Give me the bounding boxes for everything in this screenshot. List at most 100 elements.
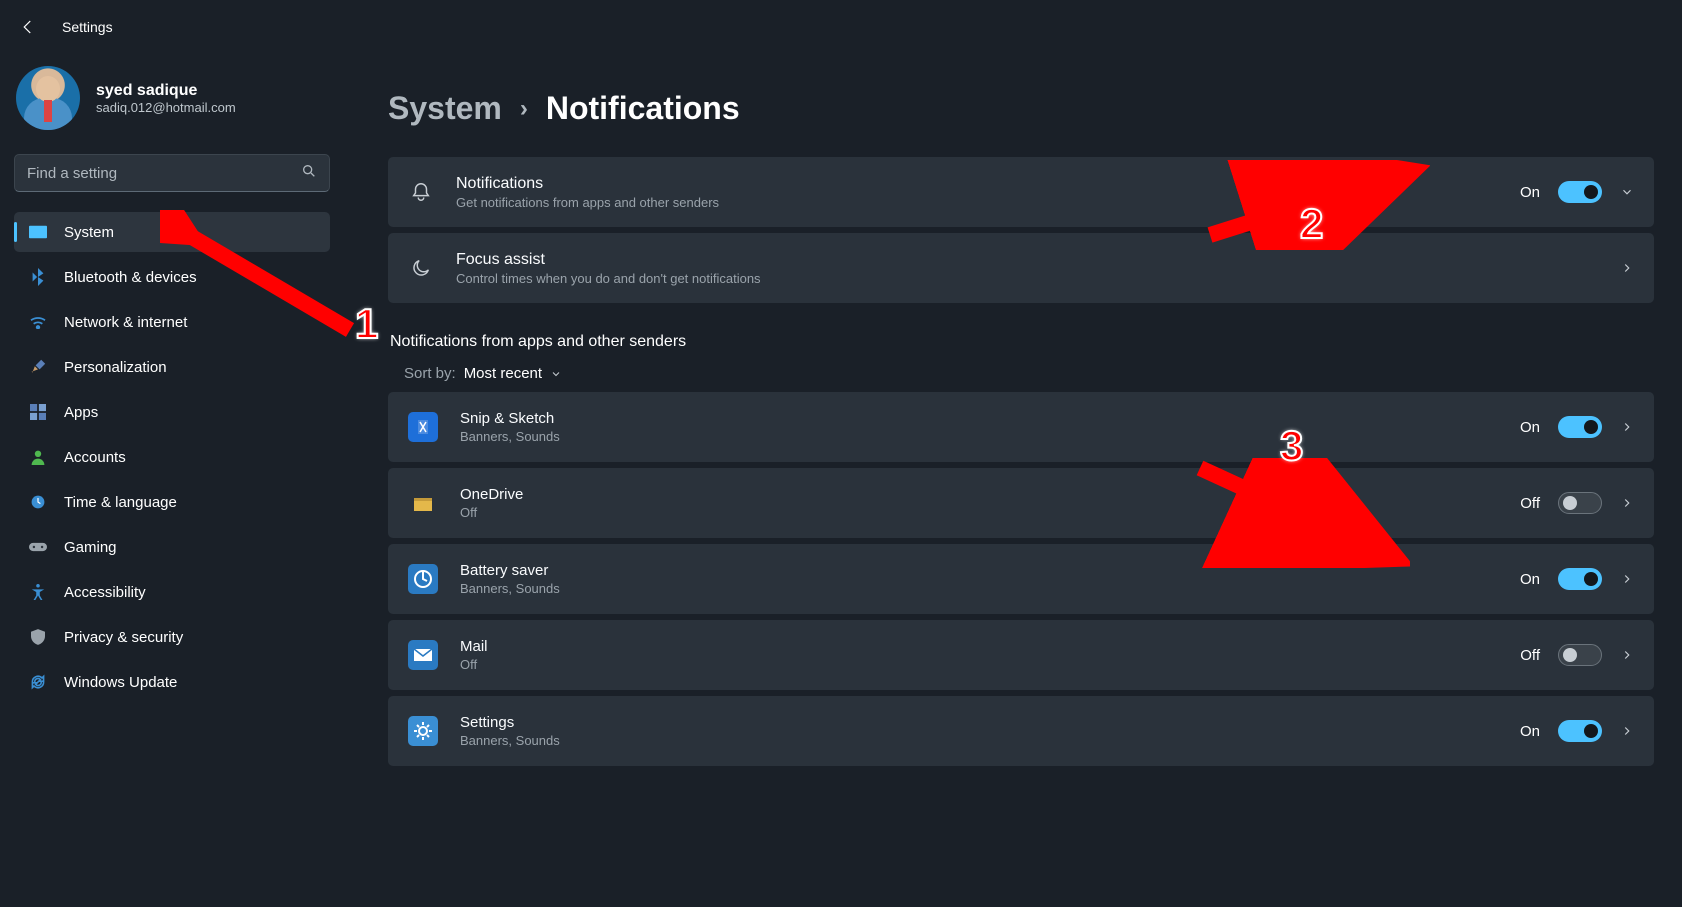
sidebar-item-label: Accounts xyxy=(64,449,126,466)
card-title: Notifications xyxy=(456,175,1498,193)
sidebar-item-update[interactable]: Windows Update xyxy=(14,662,330,702)
chevron-right-icon[interactable] xyxy=(1620,261,1634,275)
sidebar-item-label: Apps xyxy=(64,404,98,421)
chevron-down-icon xyxy=(550,368,562,380)
sidebar-item-label: System xyxy=(64,224,114,241)
app-row[interactable]: Snip & Sketch Banners, Sounds On xyxy=(388,392,1654,462)
notifications-toggle[interactable] xyxy=(1558,181,1602,203)
sidebar-item-label: Gaming xyxy=(64,539,117,556)
app-subtitle: Off xyxy=(460,505,1498,520)
wifi-icon xyxy=(28,312,48,332)
moon-icon xyxy=(408,255,434,281)
sidebar-item-label: Bluetooth & devices xyxy=(64,269,197,286)
sidebar-item-label: Network & internet xyxy=(64,314,187,331)
app-subtitle: Banners, Sounds xyxy=(460,733,1498,748)
profile-email: sadiq.012@hotmail.com xyxy=(96,100,236,115)
app-row[interactable]: OneDrive Off Off xyxy=(388,468,1654,538)
app-title: Battery saver xyxy=(460,562,1498,579)
toggle-state-label: On xyxy=(1520,419,1540,436)
chevron-down-icon[interactable] xyxy=(1620,185,1634,199)
toggle-state-label: On xyxy=(1520,184,1540,201)
section-header: Notifications from apps and other sender… xyxy=(390,333,1654,351)
app-toggle[interactable] xyxy=(1558,416,1602,438)
system-icon xyxy=(28,222,48,242)
toggle-state-label: Off xyxy=(1520,495,1540,512)
sidebar-item-bluetooth[interactable]: Bluetooth & devices xyxy=(14,257,330,297)
back-button[interactable] xyxy=(18,17,38,37)
chevron-right-icon[interactable] xyxy=(1620,648,1634,662)
app-row[interactable]: Mail Off Off xyxy=(388,620,1654,690)
sort-dropdown[interactable]: Most recent xyxy=(464,365,562,382)
app-row[interactable]: Settings Banners, Sounds On xyxy=(388,696,1654,766)
app-subtitle: Off xyxy=(460,657,1498,672)
app-toggle[interactable] xyxy=(1558,644,1602,666)
notifications-card[interactable]: Notifications Get notifications from app… xyxy=(388,157,1654,227)
shield-icon xyxy=(28,627,48,647)
app-toggle[interactable] xyxy=(1558,492,1602,514)
chevron-right-icon[interactable] xyxy=(1620,572,1634,586)
sidebar-item-gaming[interactable]: Gaming xyxy=(14,527,330,567)
card-desc: Control times when you do and don't get … xyxy=(456,271,1598,286)
gamepad-icon xyxy=(28,537,48,557)
app-title: Mail xyxy=(460,638,1498,655)
sidebar-item-network[interactable]: Network & internet xyxy=(14,302,330,342)
breadcrumb-current: Notifications xyxy=(546,90,740,127)
app-title: OneDrive xyxy=(460,486,1498,503)
app-icon xyxy=(408,640,438,670)
sidebar-item-accounts[interactable]: Accounts xyxy=(14,437,330,477)
focus-assist-card[interactable]: Focus assist Control times when you do a… xyxy=(388,233,1654,303)
app-subtitle: Banners, Sounds xyxy=(460,581,1498,596)
sidebar: syed sadique sadiq.012@hotmail.com Syste… xyxy=(0,54,340,907)
app-list: Snip & Sketch Banners, Sounds On OneDriv… xyxy=(388,392,1654,766)
toggle-state-label: On xyxy=(1520,571,1540,588)
sidebar-item-label: Time & language xyxy=(64,494,177,511)
app-title: Settings xyxy=(62,19,113,35)
sidebar-item-label: Personalization xyxy=(64,359,167,376)
app-toggle[interactable] xyxy=(1558,568,1602,590)
app-row[interactable]: Battery saver Banners, Sounds On xyxy=(388,544,1654,614)
update-icon xyxy=(28,672,48,692)
sidebar-item-time[interactable]: Time & language xyxy=(14,482,330,522)
sidebar-item-label: Privacy & security xyxy=(64,629,183,646)
breadcrumb-parent[interactable]: System xyxy=(388,90,502,127)
sidebar-item-accessibility[interactable]: Accessibility xyxy=(14,572,330,612)
sidebar-item-apps[interactable]: Apps xyxy=(14,392,330,432)
clock-icon xyxy=(28,492,48,512)
chevron-right-icon[interactable] xyxy=(1620,496,1634,510)
app-icon xyxy=(408,716,438,746)
avatar xyxy=(16,66,80,130)
app-icon xyxy=(408,412,438,442)
nav-list: System Bluetooth & devices Network & int… xyxy=(14,212,330,702)
brush-icon xyxy=(28,357,48,377)
breadcrumb: System › Notifications xyxy=(388,90,1654,127)
accessibility-icon xyxy=(28,582,48,602)
person-icon xyxy=(28,447,48,467)
chevron-right-icon[interactable] xyxy=(1620,420,1634,434)
toggle-state-label: Off xyxy=(1520,647,1540,664)
chevron-right-icon: › xyxy=(520,95,528,123)
card-title: Focus assist xyxy=(456,251,1598,269)
app-title: Settings xyxy=(460,714,1498,731)
search-input[interactable] xyxy=(27,165,301,182)
sidebar-item-system[interactable]: System xyxy=(14,212,330,252)
bluetooth-icon xyxy=(28,267,48,287)
app-title: Snip & Sketch xyxy=(460,410,1498,427)
chevron-right-icon[interactable] xyxy=(1620,724,1634,738)
bell-icon xyxy=(408,179,434,205)
search-icon xyxy=(301,163,317,183)
profile-block[interactable]: syed sadique sadiq.012@hotmail.com xyxy=(16,66,330,130)
main-content: System › Notifications Notifications Get… xyxy=(340,54,1682,907)
title-bar: Settings xyxy=(0,0,1682,54)
card-desc: Get notifications from apps and other se… xyxy=(456,195,1498,210)
profile-name: syed sadique xyxy=(96,82,236,100)
app-toggle[interactable] xyxy=(1558,720,1602,742)
sidebar-item-privacy[interactable]: Privacy & security xyxy=(14,617,330,657)
app-icon xyxy=(408,488,438,518)
sidebar-item-label: Accessibility xyxy=(64,584,146,601)
sidebar-item-personalization[interactable]: Personalization xyxy=(14,347,330,387)
sort-by-row: Sort by: Most recent xyxy=(404,365,1654,382)
sort-label: Sort by: xyxy=(404,365,456,382)
search-box[interactable] xyxy=(14,154,330,192)
app-icon xyxy=(408,564,438,594)
app-subtitle: Banners, Sounds xyxy=(460,429,1498,444)
